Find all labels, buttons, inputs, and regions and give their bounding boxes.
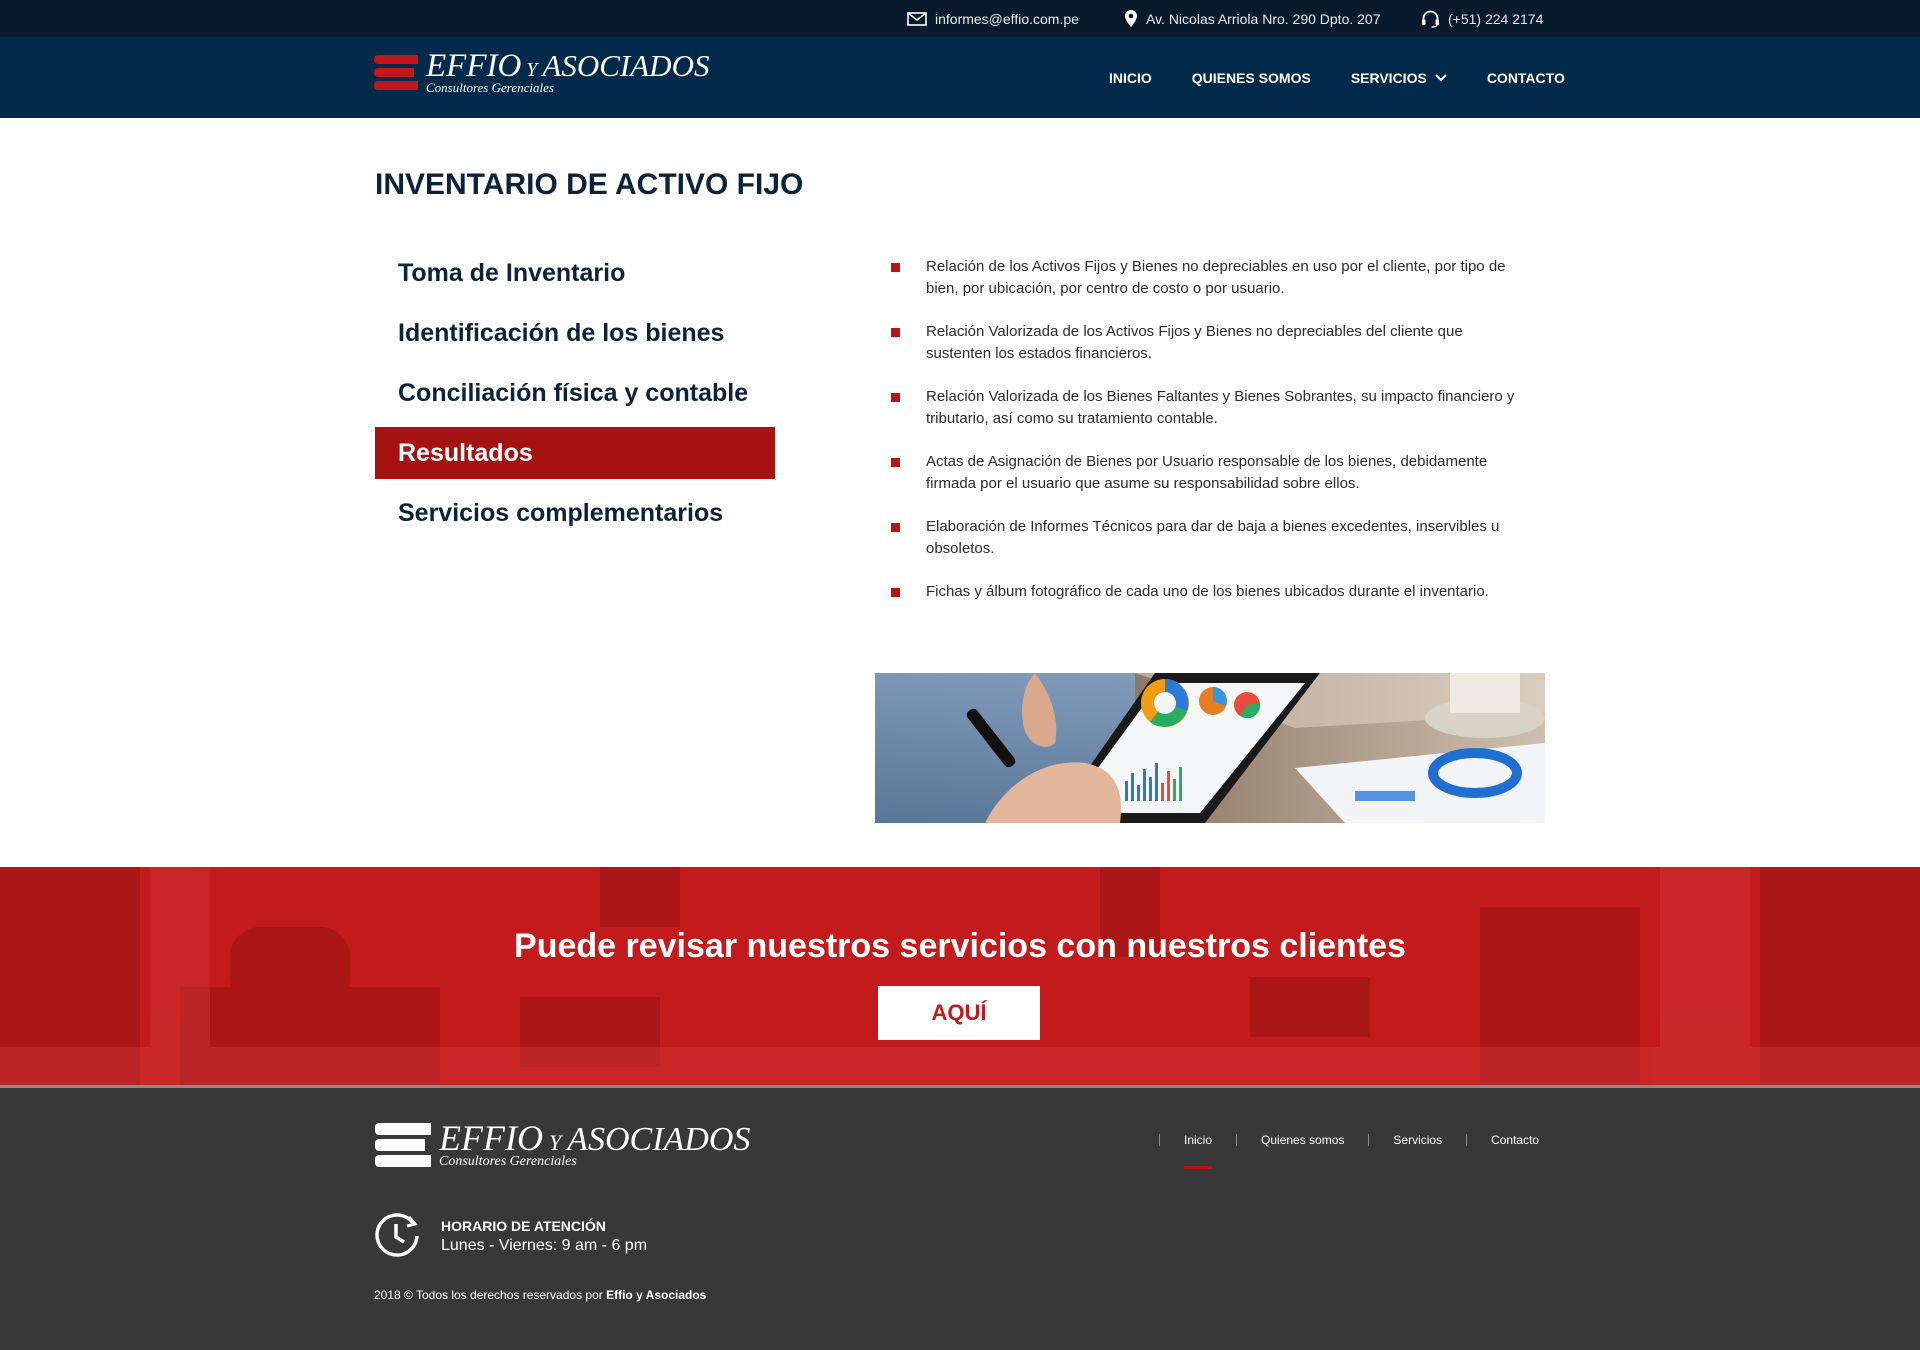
footer-nav-servicios[interactable]: Servicios (1369, 1133, 1466, 1147)
bullet-square-icon (891, 588, 900, 597)
headset-icon (1422, 10, 1439, 28)
phone-contact[interactable]: (+51) 224 2174 (1421, 0, 1543, 37)
list-item: Elaboración de Informes Técnicos para da… (890, 516, 1520, 560)
banner-background-photo (0, 867, 1920, 1085)
list-item: Relación de los Activos Fijos y Bienes n… (890, 256, 1520, 300)
envelope-icon (907, 11, 927, 26)
list-item: Relación Valorizada de los Activos Fijos… (890, 321, 1520, 365)
footer-nav-quienes-somos[interactable]: Quienes somos (1237, 1133, 1368, 1147)
nav-servicios[interactable]: SERVICIOS (1351, 70, 1447, 86)
email-contact[interactable]: informes@effio.com.pe (907, 0, 1079, 37)
aqui-button[interactable]: AQUÍ (878, 986, 1040, 1040)
bullet-square-icon (891, 263, 900, 272)
footer-logo-mark-icon (375, 1122, 431, 1167)
list-item: Relación Valorizada de los Bienes Faltan… (890, 386, 1520, 430)
side-menu-conciliacion[interactable]: Conciliación física y contable (375, 367, 775, 419)
list-item: Fichas y álbum fotográfico de cada uno d… (890, 581, 1520, 603)
hours-value: Lunes - Viernes: 9 am - 6 pm (441, 1236, 648, 1254)
brand-logo[interactable]: EFFIO Y ASOCIADOS Consultores Gerenciales (374, 50, 709, 94)
brand-name: EFFIO Y ASOCIADOS (426, 48, 710, 84)
bullet-square-icon (891, 523, 900, 532)
side-menu-servicios-complementarios[interactable]: Servicios complementarios (375, 487, 775, 539)
bullet-square-icon (891, 328, 900, 337)
address-contact: Av. Nicolas Arriola Nro. 290 Dpto. 207 (1124, 0, 1381, 37)
map-pin-icon (1125, 10, 1137, 27)
bullet-square-icon (891, 393, 900, 402)
side-menu-resultados[interactable]: Resultados (375, 427, 775, 479)
main-nav: INICIO QUIENES SOMOS SERVICIOS CONTACTO (1069, 37, 1565, 118)
email-text: informes@effio.com.pe (935, 10, 1079, 27)
phone-text: (+51) 224 2174 (1448, 10, 1544, 27)
tablet-charts-photo (875, 673, 1545, 823)
copyright: 2018 © Todos los derechos reservados por… (374, 1288, 707, 1302)
page-title: INVENTARIO DE ACTIVO FIJO (375, 168, 804, 201)
bullet-square-icon (891, 458, 900, 467)
nav-inicio[interactable]: INICIO (1109, 70, 1152, 86)
nav-quienes-somos[interactable]: QUIENES SOMOS (1192, 70, 1311, 86)
service-side-menu: Toma de Inventario Identificación de los… (375, 247, 775, 547)
main-header: EFFIO Y ASOCIADOS Consultores Gerenciales … (0, 37, 1920, 118)
hours-label: HORARIO DE ATENCIÓN (441, 1217, 606, 1234)
clock-icon (375, 1213, 419, 1257)
results-list: Relación de los Activos Fijos y Bienes n… (890, 256, 1520, 624)
side-menu-toma-inventario[interactable]: Toma de Inventario (375, 247, 775, 299)
footer-nav-inicio[interactable]: Inicio (1160, 1133, 1236, 1169)
logo-mark-icon (374, 54, 418, 90)
clients-banner: Puede revisar nuestros servicios con nue… (0, 867, 1920, 1085)
nav-contacto[interactable]: CONTACTO (1487, 70, 1565, 86)
list-item: Actas de Asignación de Bienes por Usuari… (890, 451, 1520, 495)
chevron-down-icon (1435, 73, 1447, 81)
footer-brand-name: EFFIO Y ASOCIADOS (439, 1118, 751, 1158)
address-text: Av. Nicolas Arriola Nro. 290 Dpto. 207 (1146, 10, 1381, 27)
footer-nav: Inicio Quienes somos Servicios Contacto (1159, 1133, 1539, 1169)
side-menu-identificacion[interactable]: Identificación de los bienes (375, 307, 775, 359)
footer-nav-contacto[interactable]: Contacto (1467, 1133, 1539, 1147)
footer-logo[interactable]: EFFIO Y ASOCIADOS Consultores Gerenciales (375, 1120, 750, 1169)
office-hours: HORARIO DE ATENCIÓN Lunes - Viernes: 9 a… (373, 1213, 647, 1259)
banner-title: Puede revisar nuestros servicios con nue… (514, 927, 1406, 965)
top-info-bar: informes@effio.com.pe Av. Nicolas Arriol… (0, 0, 1920, 37)
site-footer: EFFIO Y ASOCIADOS Consultores Gerenciales … (0, 1085, 1920, 1350)
